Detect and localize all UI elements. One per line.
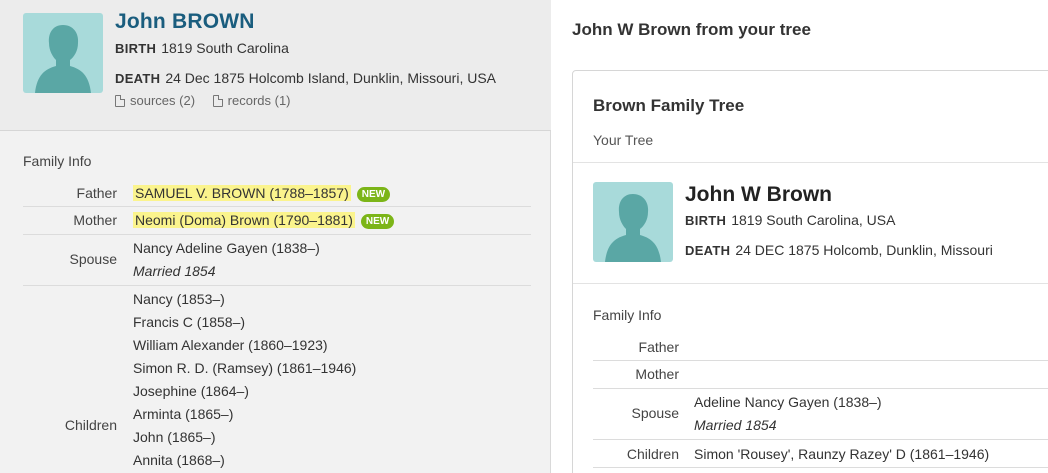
married-fact: Married 1854 [133, 263, 216, 279]
person-name-link[interactable]: John BROWN [115, 10, 255, 34]
record-header: John BROWN BIRTH 1819 South Carolina DEAT… [0, 0, 551, 131]
new-badge: NEW [360, 214, 395, 229]
family-row-spouse: Spouse Nancy Adeline Gayen (1838–) Marri… [23, 235, 531, 286]
father-link[interactable]: SAMUEL V. BROWN (1788–1857) [133, 185, 351, 201]
birth-label: BIRTH [685, 213, 727, 228]
tree-person-card: Brown Family Tree Your Tree John W Brown… [572, 70, 1048, 473]
records-label: records (1) [227, 93, 291, 108]
record-pane: John BROWN BIRTH 1819 South Carolina DEAT… [0, 0, 551, 473]
record-links: sources (2) records (1) [115, 93, 305, 110]
birth-value: 1819 South Carolina, USA [731, 212, 896, 228]
child-link[interactable]: John (1865–) [133, 426, 356, 449]
family-info-heading: Family Info [593, 307, 662, 323]
child-link[interactable]: Arminta (1865–) [133, 403, 356, 426]
child-link[interactable]: William Alexander (1860–1923) [133, 334, 356, 357]
child-link[interactable]: Josephine (1864–) [133, 380, 356, 403]
father-label: Father [76, 185, 117, 201]
married-fact: Married 1854 [694, 417, 777, 433]
family-row-mother: Mother Neomi (Doma) Brown (1790–1881) NEW [23, 207, 531, 235]
family-row-children: Children Simon 'Rousey', Raunzy Razey' D… [593, 440, 1048, 468]
family-row-father: Father [593, 333, 1048, 361]
death-value: 24 Dec 1875 Holcomb Island, Dunklin, Mis… [165, 70, 497, 86]
card-divider [573, 162, 1048, 163]
family-row-mother: Mother [593, 361, 1048, 389]
tree-owner-label: Your Tree [593, 132, 654, 148]
birth-fact: BIRTH 1819 South Carolina, USA [685, 212, 895, 228]
new-badge: NEW [356, 187, 391, 202]
tree-person-name[interactable]: John W Brown [685, 183, 832, 207]
card-divider [573, 283, 1048, 284]
tree-panel-title: John W Brown from your tree [572, 20, 811, 39]
family-row-spouse: Spouse Adeline Nancy Gayen (1838–) Marri… [593, 389, 1048, 440]
death-value: 24 DEC 1875 Holcomb, Dunklin, Missouri [735, 242, 993, 258]
birth-label: BIRTH [115, 41, 157, 56]
spouse-link[interactable]: Nancy Adeline Gayen (1838–) [133, 237, 320, 260]
person-silhouette-icon [593, 182, 673, 262]
death-fact: DEATH 24 Dec 1875 Holcomb Island, Dunklin… [115, 70, 496, 86]
child-link[interactable]: Simon R. D. (Ramsey) (1861–1946) [133, 357, 356, 380]
death-fact: DEATH 24 DEC 1875 Holcomb, Dunklin, Misso… [685, 242, 993, 258]
birth-fact: BIRTH 1819 South Carolina [115, 40, 289, 56]
family-row-children: Children Nancy (1853–) Francis C (1858–)… [23, 286, 531, 473]
mother-link[interactable]: Neomi (Doma) Brown (1790–1881) [133, 212, 355, 228]
sources-link[interactable]: sources (2) [115, 93, 195, 108]
document-icon [115, 94, 125, 107]
mother-label: Mother [73, 212, 117, 228]
birth-value: 1819 South Carolina [161, 40, 289, 56]
children-label: Children [64, 417, 117, 433]
father-label: Father [638, 339, 679, 355]
spouse-link[interactable]: Adeline Nancy Gayen (1838–) [694, 391, 882, 414]
records-link[interactable]: records (1) [212, 93, 291, 108]
children-label: Children [626, 446, 679, 462]
child-link[interactable]: Simon 'Rousey', Raunzy Razey' D (1861–19… [694, 443, 989, 466]
person-silhouette-icon [23, 13, 103, 93]
mother-label: Mother [635, 366, 679, 382]
family-row-father: Father SAMUEL V. BROWN (1788–1857) NEW [23, 179, 531, 207]
death-label: DEATH [115, 71, 161, 86]
tree-name: Brown Family Tree [593, 96, 745, 115]
child-link[interactable]: Francis C (1858–) [133, 311, 356, 334]
child-link[interactable]: Nancy (1853–) [133, 288, 356, 311]
sources-label: sources (2) [130, 93, 196, 108]
spouse-label: Spouse [69, 251, 117, 267]
family-info-heading: Family Info [23, 153, 92, 169]
child-link[interactable]: Annita (1868–) [133, 449, 356, 472]
document-icon [212, 94, 223, 107]
death-label: DEATH [685, 243, 731, 258]
spouse-label: Spouse [631, 405, 679, 421]
